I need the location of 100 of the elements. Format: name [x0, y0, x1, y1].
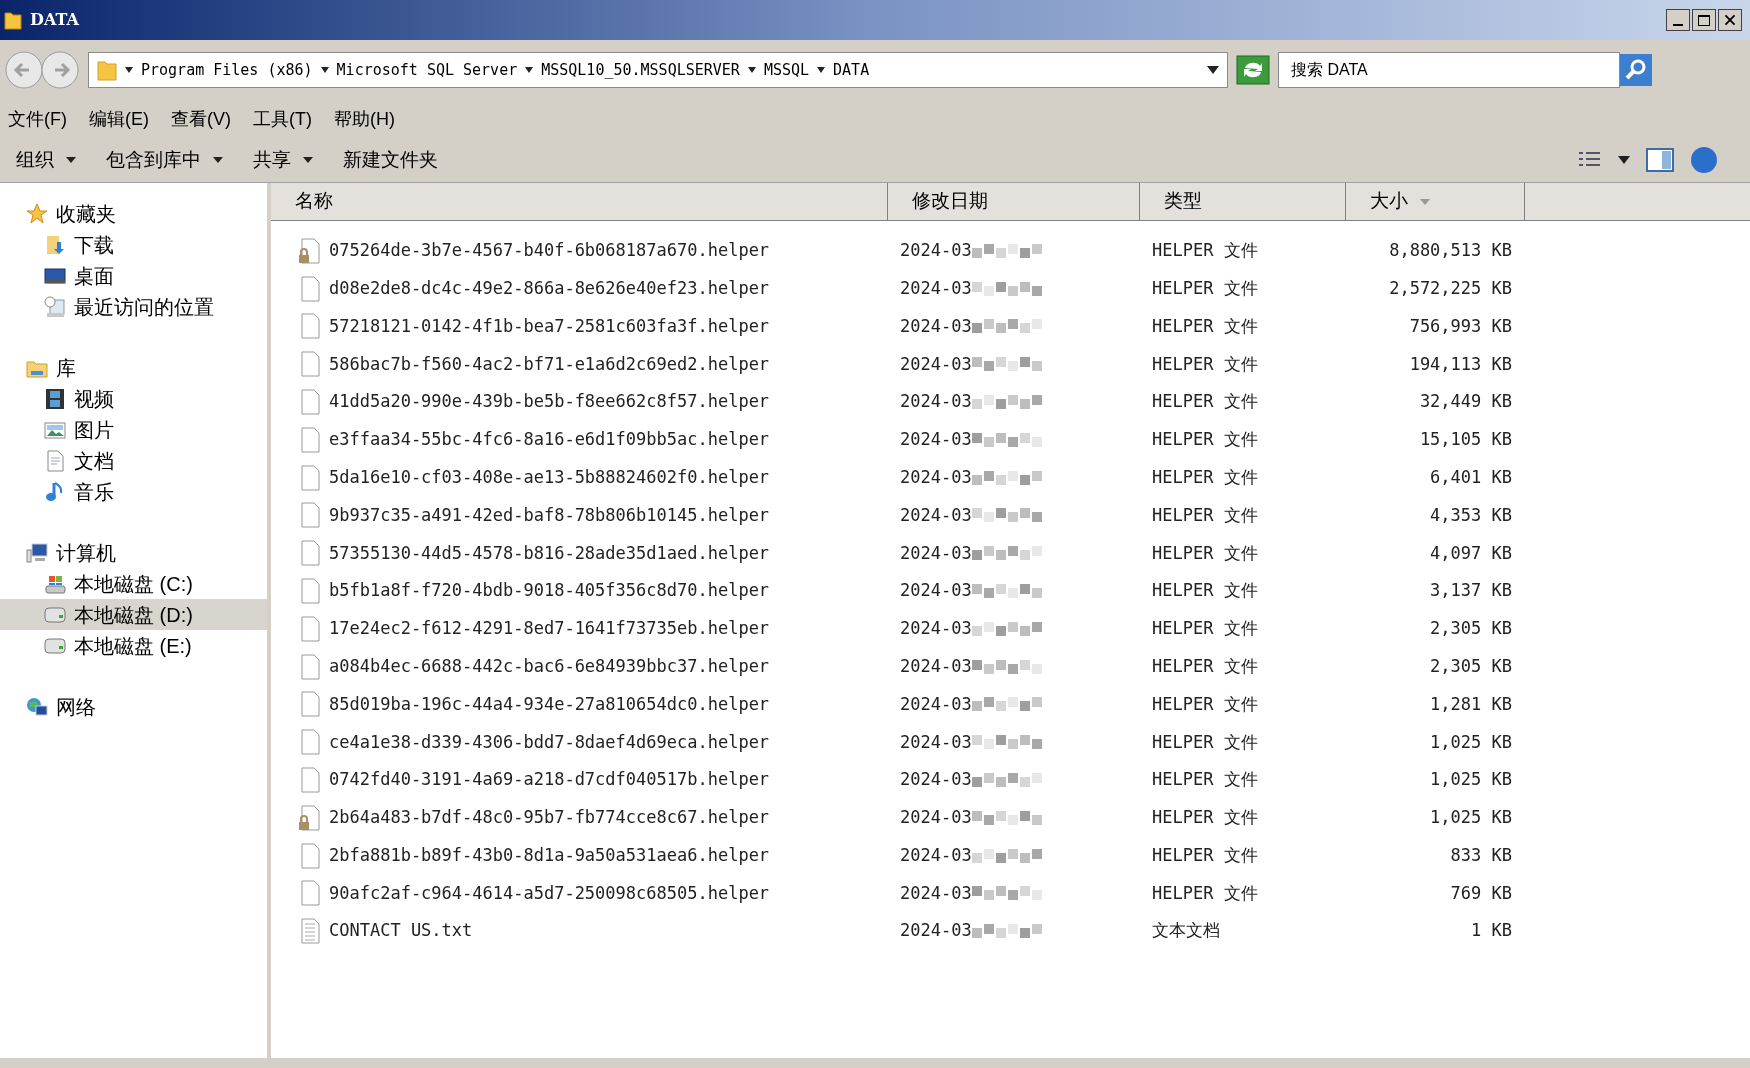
type-cell: HELPER 文件	[1152, 769, 1258, 790]
file-name[interactable]: 85d019ba-196c-44a4-934e-27a810654dc0.helper	[329, 691, 770, 718]
date-cell-text: 2024-03	[900, 541, 972, 565]
sidebar-item[interactable]: 本地磁盘 (C:)	[0, 568, 267, 599]
column-header[interactable]: 类型	[1140, 183, 1346, 220]
type-cell: HELPER 文件	[1152, 731, 1258, 752]
size-cell-text: 756,993 KB	[1409, 314, 1512, 338]
type-cell: HELPER 文件	[1152, 466, 1258, 487]
folder-icon	[97, 58, 117, 82]
sidebar-item[interactable]: 下载	[0, 229, 267, 260]
file-name[interactable]: ce4a1e38-d339-4306-bdd7-8daef4d69eca.helper	[329, 729, 770, 755]
toolbar-button[interactable]: 共享	[253, 145, 313, 175]
column-header[interactable]: 名称	[271, 183, 888, 220]
date-cell-text: 2024-03	[900, 768, 972, 792]
file-name[interactable]: d08e2de8-dc4c-49e2-866a-8e626e40ef23.helper	[329, 275, 770, 302]
file-name[interactable]: 5da16e10-cf03-408e-ae13-5b88824602f0.helper	[329, 464, 770, 491]
document-icon	[44, 449, 66, 472]
size-cell-text: 1 KB	[1471, 919, 1512, 943]
refresh-button[interactable]	[1236, 55, 1270, 85]
sidebar-group[interactable]: 网络	[0, 691, 267, 722]
menu-item[interactable]: 查看(V)	[171, 105, 231, 133]
file-name[interactable]: a084b4ec-6688-442c-bac6-6e84939bbc37.helper	[329, 653, 770, 680]
type-cell: HELPER 文件	[1152, 391, 1258, 412]
date-cell-text: 2024-03	[900, 919, 972, 943]
search-icon[interactable]	[1620, 54, 1652, 86]
size-cell-text: 1,025 KB	[1430, 730, 1512, 754]
chevron-icon[interactable]	[125, 67, 133, 73]
menu-item[interactable]: 帮助(H)	[333, 105, 395, 133]
type-cell: HELPER 文件	[1152, 844, 1258, 865]
type-cell: HELPER 文件	[1152, 429, 1258, 450]
size-cell-text: 15,105 KB	[1419, 428, 1512, 452]
file-name[interactable]: 41dd5a20-990e-439b-be5b-f8ee662c8f57.helper	[329, 389, 770, 415]
sidebar-group[interactable]: 计算机	[0, 537, 267, 568]
date-cell-text: 2024-03	[900, 881, 972, 905]
type-cell: HELPER 文件	[1152, 618, 1258, 639]
size-cell-text: 6,401 KB	[1430, 465, 1512, 489]
dropdown-arrow-icon[interactable]	[1618, 156, 1630, 164]
date-cell-text: 2024-03	[900, 692, 972, 716]
minimize-button[interactable]	[1666, 9, 1690, 31]
sidebar-item[interactable]: 文档	[0, 445, 267, 476]
breadcrumb-link[interactable]: Microsoft SQL Server	[336, 58, 518, 82]
file-name[interactable]: 57355130-44d5-4578-b816-28ade35d1aed.helper	[329, 540, 770, 566]
folder-icon	[4, 10, 22, 30]
size-cell-text: 8,880,513 KB	[1389, 239, 1512, 263]
chevron-icon[interactable]	[817, 67, 826, 73]
type-cell: HELPER 文件	[1152, 807, 1258, 828]
toolbar-button[interactable]: 新建文件夹	[343, 145, 438, 175]
column-header[interactable]: 修改日期	[888, 183, 1140, 220]
caret-icon	[213, 157, 223, 163]
date-cell-text: 2024-03	[900, 503, 972, 527]
sidebar-item[interactable]: 音乐	[0, 476, 267, 507]
recent-places-icon	[44, 295, 66, 318]
file-name[interactable]: 0742fd40-3191-4a69-a218-d7cdf040517b.helper	[329, 767, 770, 793]
sidebar-item[interactable]: 本地磁盘 (D:)	[0, 599, 267, 630]
file-name[interactable]: CONTACT US.txt	[329, 918, 473, 944]
preview-pane-icon[interactable]	[1646, 148, 1674, 172]
type-cell: HELPER 文件	[1152, 580, 1258, 601]
dropdown-arrow-icon[interactable]	[1207, 66, 1219, 74]
menu-item[interactable]: 工具(T)	[253, 105, 312, 133]
file-name[interactable]: b5fb1a8f-f720-4bdb-9018-405f356c8d70.helper	[329, 578, 770, 604]
sidebar-item[interactable]: 图片	[0, 414, 267, 445]
file-name[interactable]: 9b937c35-a491-42ed-baf8-78b806b10145.helper	[329, 502, 770, 529]
search-field[interactable]: 搜索 DATA	[1278, 52, 1620, 88]
column-header[interactable]: 大小	[1346, 183, 1525, 220]
network-icon	[26, 695, 48, 718]
file-name[interactable]: 17e24ec2-f612-4291-8ed7-1641f73735eb.helper	[329, 616, 770, 642]
menu-item[interactable]: 编辑(E)	[89, 105, 149, 133]
sidebar-group[interactable]: 收藏夹	[0, 198, 267, 229]
sidebar-item[interactable]: 桌面	[0, 260, 267, 291]
type-cell: HELPER 文件	[1152, 353, 1258, 374]
file-name[interactable]: 586bac7b-f560-4ac2-bf71-e1a6d2c69ed2.helper	[329, 351, 770, 378]
size-cell-text: 4,353 KB	[1430, 503, 1512, 527]
file-name[interactable]: 2b64a483-b7df-48c0-95b7-fb774cce8c67.helper	[329, 805, 770, 831]
menu-item[interactable]: 文件(F)	[8, 105, 67, 133]
toolbar-button[interactable]: 组织	[16, 145, 76, 175]
sidebar-item[interactable]: 视频	[0, 383, 267, 414]
file-name[interactable]: e3ffaa34-55bc-4fc6-8a16-e6d1f09bb5ac.helper	[329, 427, 770, 453]
breadcrumb-link[interactable]: Program Files (x86)	[141, 58, 313, 82]
breadcrumb-link[interactable]: MSSQL	[763, 58, 810, 82]
sidebar-group[interactable]: 库	[0, 352, 267, 383]
chevron-icon[interactable]	[525, 67, 534, 73]
size-cell-text: 2,305 KB	[1430, 654, 1512, 678]
chevron-icon[interactable]	[320, 67, 329, 73]
file-name[interactable]: 57218121-0142-4f1b-bea7-2581c603fa3f.helper	[329, 313, 770, 340]
breadcrumb-link[interactable]: DATA	[833, 58, 870, 82]
address-bar[interactable]: Program Files (x86) Microsoft SQL Server MSSQL10_50.MSSQLSERVER MSSQL DATA	[88, 52, 1228, 88]
date-cell-text: 2024-03	[900, 239, 972, 263]
sidebar-item[interactable]: 本地磁盘 (E:)	[0, 630, 267, 661]
file-name[interactable]: 2bfa881b-b89f-43b0-8d1a-9a50a531aea6.helper	[329, 842, 770, 869]
breadcrumb-link[interactable]: MSSQL10_50.MSSQLSERVER	[541, 58, 740, 82]
type-cell: HELPER 文件	[1152, 240, 1258, 261]
chevron-icon[interactable]	[747, 67, 756, 73]
maximize-button[interactable]	[1692, 9, 1716, 31]
help-icon[interactable]	[1690, 146, 1718, 174]
window-title: DATA	[30, 9, 79, 31]
file-name[interactable]: 90afc2af-c964-4614-a5d7-250098c68505.helper	[329, 880, 770, 907]
file-name[interactable]: 075264de-3b7e-4567-b40f-6b068187a670.helper	[329, 238, 770, 264]
sidebar-item[interactable]: 最近访问的位置	[0, 291, 267, 322]
close-button[interactable]	[1718, 9, 1742, 31]
toolbar-button[interactable]: 包含到库中	[106, 145, 223, 175]
